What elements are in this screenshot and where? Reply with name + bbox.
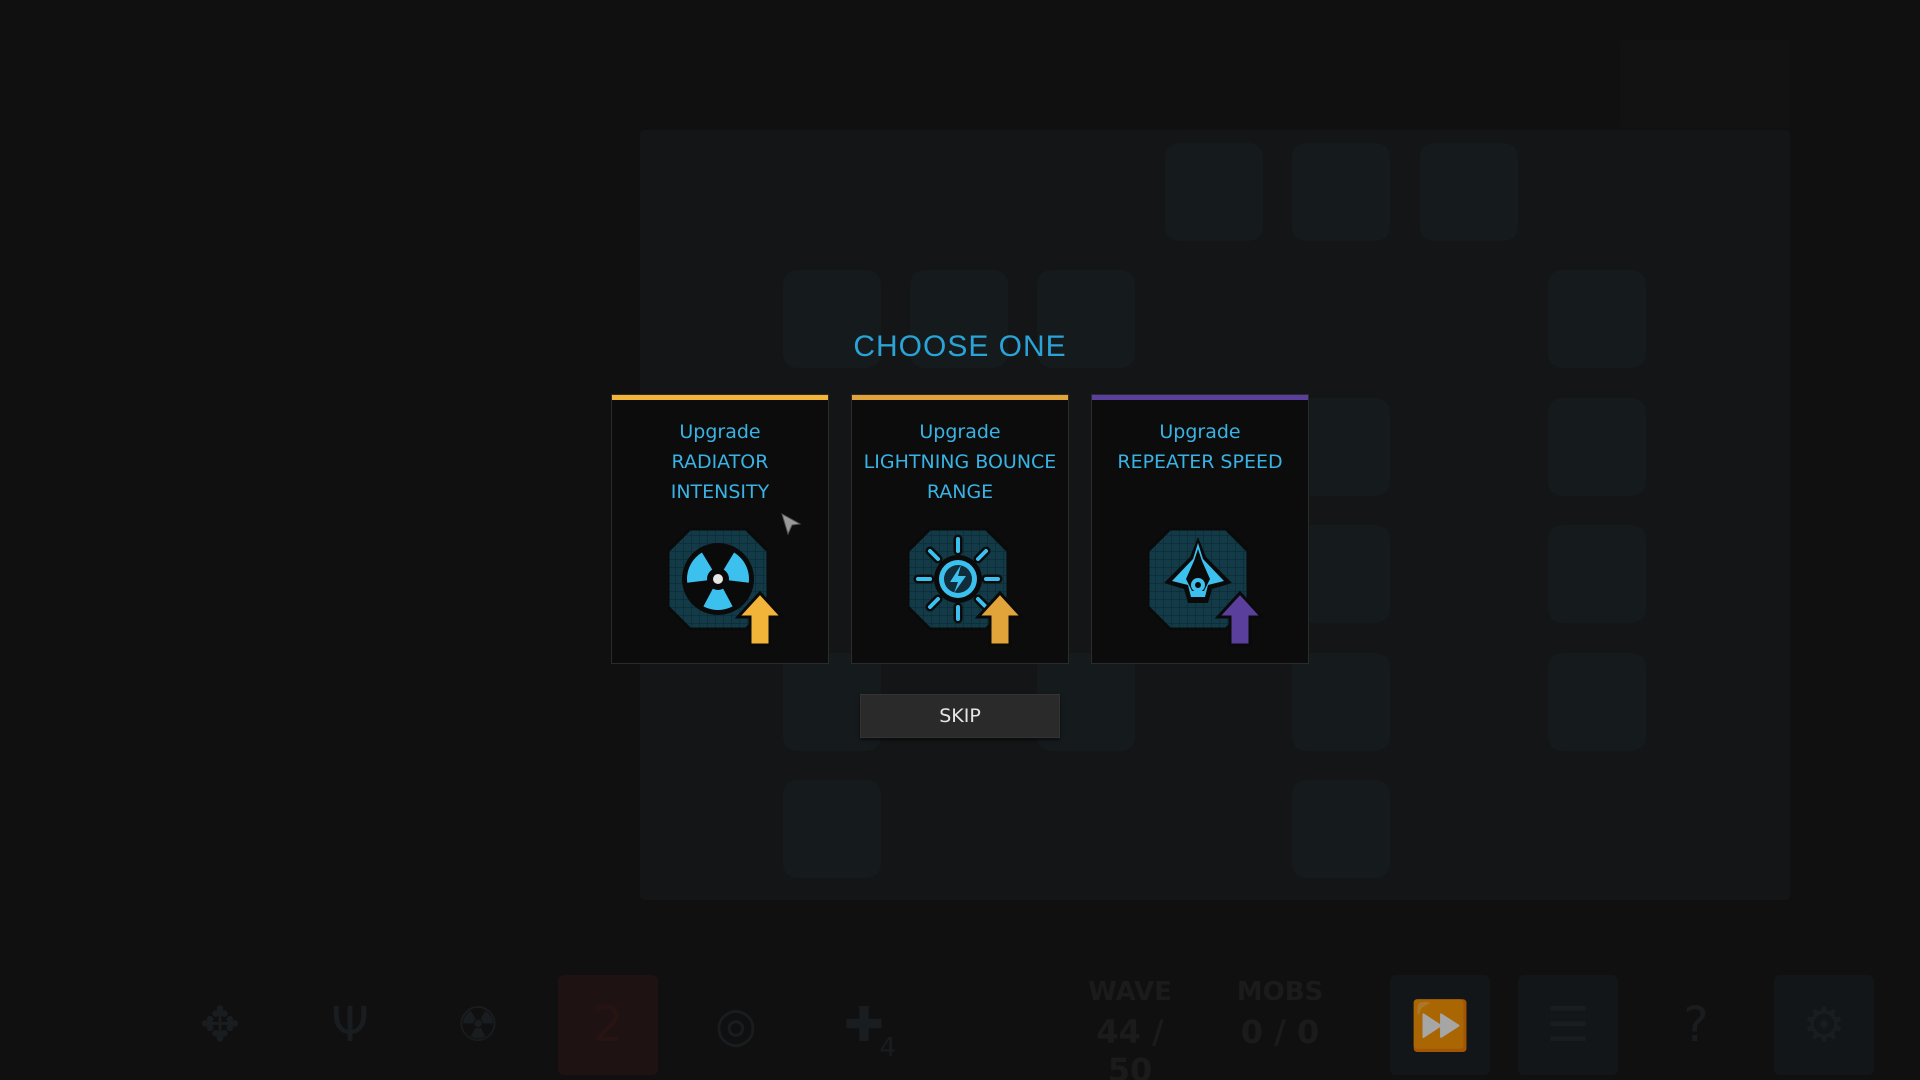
rarity-bar — [1092, 395, 1308, 400]
radiator-icon — [668, 527, 786, 647]
card-line2: LIGHTNING BOUNCE — [863, 451, 1057, 473]
card-line3: RANGE — [926, 481, 994, 503]
game-screen: ✥ Ψ ☢ 2 ◎ ✚ 4 WAVE 44 / 50 MOBS 0 / 0 ⏩ … — [0, 0, 1920, 1080]
card-line3: INTENSITY — [670, 481, 770, 503]
mouse-cursor-icon — [781, 512, 802, 536]
card-line1: Upgrade — [919, 421, 1001, 443]
rarity-bar — [852, 395, 1068, 400]
repeater-icon — [1148, 527, 1266, 647]
card-line2: RADIATOR — [671, 451, 769, 473]
skip-button[interactable]: SKIP — [860, 694, 1060, 738]
card-line2: REPEATER SPEED — [1117, 451, 1283, 473]
lightning-icon — [908, 527, 1026, 647]
modal-title: CHOOSE ONE — [853, 330, 1067, 363]
rarity-bar — [612, 395, 828, 400]
card-text: Upgrade REPEATER SPEED — [1092, 417, 1308, 477]
card-line1: Upgrade — [1159, 421, 1241, 443]
card-text: Upgrade RADIATOR INTENSITY — [612, 417, 828, 507]
upgrade-card-lightning[interactable]: Upgrade LIGHTNING BOUNCE RANGE — [851, 394, 1069, 664]
card-text: Upgrade LIGHTNING BOUNCE RANGE — [852, 417, 1068, 507]
upgrade-card-repeater[interactable]: Upgrade REPEATER SPEED — [1091, 394, 1309, 664]
card-line1: Upgrade — [679, 421, 761, 443]
